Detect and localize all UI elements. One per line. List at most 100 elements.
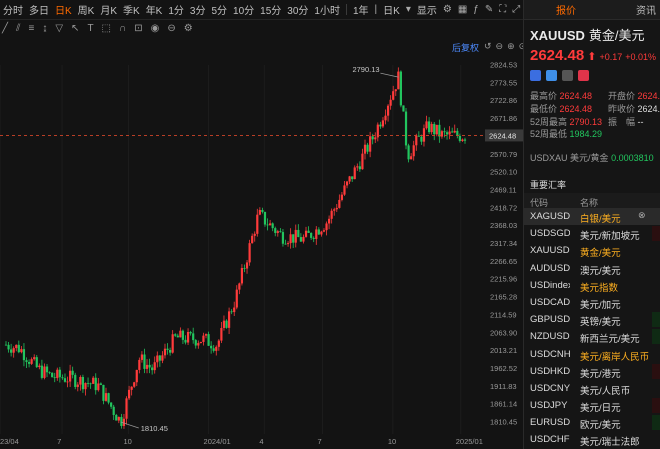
x-tick-label: 10 bbox=[124, 437, 132, 446]
magnet-tool-icon[interactable]: ∩ bbox=[119, 23, 126, 34]
fx-change-marker bbox=[652, 415, 660, 431]
candle bbox=[86, 377, 90, 388]
timeframe-5[interactable]: 季K bbox=[120, 2, 143, 17]
draw-icon[interactable]: ✎ bbox=[482, 4, 496, 15]
candle bbox=[184, 335, 187, 345]
timeframe-10[interactable]: 10分 bbox=[230, 2, 257, 17]
candle bbox=[420, 134, 423, 145]
channel-tool-icon[interactable]: ⫽ bbox=[16, 23, 20, 34]
fx-row-usdsgd[interactable]: USDSGD 美元/新加坡元 bbox=[524, 225, 660, 242]
candle bbox=[279, 228, 282, 233]
candle bbox=[245, 259, 249, 274]
settings-tool-icon[interactable]: ⚙ bbox=[184, 23, 193, 34]
candle bbox=[271, 222, 274, 232]
fx-row-xagusd[interactable]: XAGUSD 白银/美元 ⊗ bbox=[524, 208, 660, 226]
candle bbox=[122, 413, 126, 429]
timeframe-1[interactable]: 多日 bbox=[26, 2, 52, 17]
candle bbox=[107, 392, 110, 405]
stat-amplitude: 振 幅 -- bbox=[608, 117, 644, 127]
candle bbox=[299, 233, 302, 242]
fx-row-usdcnh[interactable]: USDCNH 美元/离岸人民币 bbox=[524, 346, 660, 363]
arrow-tool-icon[interactable]: ↖ bbox=[71, 23, 79, 34]
timeframe-6[interactable]: 年K bbox=[143, 2, 166, 17]
reference-quote[interactable]: USDXAU 美元/黄金 0.0003810 bbox=[530, 151, 654, 164]
timeframe-0[interactable]: 分时 bbox=[0, 2, 26, 17]
candle bbox=[233, 301, 236, 317]
text-tool-icon[interactable]: T bbox=[87, 23, 93, 34]
tab-quote[interactable]: 报价 bbox=[556, 2, 576, 17]
candle bbox=[351, 176, 354, 182]
candle bbox=[33, 354, 36, 361]
screenshot-icon[interactable]: ⛶ bbox=[496, 4, 509, 15]
candle bbox=[171, 330, 174, 354]
fx-row-usdhkd[interactable]: USDHKD 美元/港元 bbox=[524, 363, 660, 380]
fib-tool-icon[interactable]: ≡ bbox=[29, 23, 35, 34]
measure-tool-icon[interactable]: ↨ bbox=[42, 23, 47, 34]
candle bbox=[258, 207, 261, 216]
candle bbox=[35, 355, 38, 369]
fx-name: 美元/瑞士法郎 bbox=[580, 437, 640, 449]
candle bbox=[22, 343, 26, 367]
fx-row-audusd[interactable]: AUDUSD 澳元/美元 bbox=[524, 260, 660, 277]
timeframe-2[interactable]: 日K bbox=[52, 2, 75, 17]
timeframe-13[interactable]: 1小时 bbox=[311, 2, 343, 17]
note-icon[interactable] bbox=[562, 70, 573, 81]
close-icon[interactable]: ⊗ bbox=[638, 210, 646, 221]
candle bbox=[174, 333, 177, 337]
fx-section-title: 重要汇率 bbox=[530, 180, 567, 190]
candle bbox=[386, 104, 390, 122]
panel-tabs: 报价 资讯 bbox=[524, 0, 660, 20]
share-icon[interactable] bbox=[546, 70, 557, 81]
grid-icon[interactable]: ▦ bbox=[455, 4, 470, 15]
timeframe-4[interactable]: 月K bbox=[97, 2, 120, 17]
fx-row-usdchf[interactable]: USDCHF 美元/瑞士法郎 bbox=[524, 431, 660, 448]
fx-row-usdcny[interactable]: USDCNY 美元/人民币 bbox=[524, 380, 660, 397]
timeframe-7[interactable]: 1分 bbox=[165, 2, 187, 17]
settings-icon[interactable]: ⚙ bbox=[440, 4, 455, 15]
fx-row-gbpusd[interactable]: GBPUSD 英镑/美元 bbox=[524, 311, 660, 328]
candle bbox=[145, 359, 149, 374]
alert-icon[interactable] bbox=[530, 70, 541, 81]
fx-row-usdjpy[interactable]: USDJPY 美元/日元 bbox=[524, 397, 660, 414]
price-up-arrow-icon: ⬆ bbox=[587, 51, 597, 63]
fullscreen-icon[interactable]: ⤢ bbox=[509, 4, 523, 15]
candle bbox=[335, 204, 338, 213]
eye-tool-icon[interactable]: ◉ bbox=[151, 23, 160, 34]
timeframe-toolbar: 分时 多日 日K 周K 月K 季K 年K 1分 3分 5分 10分 15分 30分 1小时 1年 | 日K ▾ 显示… bbox=[0, 0, 524, 20]
candle bbox=[176, 333, 179, 338]
range-select[interactable]: 1年 bbox=[350, 2, 372, 17]
indicator-icon[interactable]: ƒ bbox=[470, 4, 482, 15]
fx-row-eurusd[interactable]: EURUSD 欧元/美元 bbox=[524, 414, 660, 431]
candle bbox=[220, 321, 223, 344]
favorite-heart-icon[interactable] bbox=[578, 70, 589, 81]
timeframe-11[interactable]: 15分 bbox=[257, 2, 284, 17]
chart-type-select[interactable]: 日K bbox=[380, 2, 403, 17]
line-tool-icon[interactable]: ╱ bbox=[2, 23, 8, 34]
timeframe-9[interactable]: 5分 bbox=[208, 2, 230, 17]
price-chart[interactable]: 2824.532773.552722.862671.862620.882570.… bbox=[0, 40, 523, 449]
timeframe-12[interactable]: 30分 bbox=[284, 2, 311, 17]
candle bbox=[130, 386, 133, 396]
chevron-down-icon[interactable]: ▾ bbox=[403, 4, 414, 15]
fx-code: GBPUSD bbox=[530, 314, 570, 326]
candle bbox=[428, 117, 431, 134]
quote-symbol-name: 黄金/美元 bbox=[588, 28, 645, 43]
fx-row-xauusd[interactable]: XAUUSD 黄金/美元 bbox=[524, 242, 660, 259]
timeframe-3[interactable]: 周K bbox=[75, 2, 98, 17]
fx-change-marker bbox=[652, 243, 660, 258]
y-tick-label: 2165.28 bbox=[490, 293, 517, 302]
candle bbox=[104, 387, 108, 402]
display-select[interactable]: 显示 bbox=[414, 2, 440, 17]
fx-row-usdcad[interactable]: USDCAD 美元/加元 bbox=[524, 294, 660, 311]
delete-tool-icon[interactable]: ⊖ bbox=[167, 23, 175, 34]
tab-info[interactable]: 资讯 bbox=[636, 2, 656, 17]
pattern-tool-icon[interactable]: ▽ bbox=[55, 23, 63, 34]
fx-row-nzdusd[interactable]: NZDUSD 新西兰元/美元 bbox=[524, 328, 660, 345]
lock-tool-icon[interactable]: ⊡ bbox=[134, 23, 142, 34]
candle bbox=[217, 339, 220, 351]
candle bbox=[443, 127, 446, 138]
fx-row-usdindex[interactable]: USDindex 美元指数 bbox=[524, 277, 660, 294]
candle bbox=[379, 121, 382, 129]
frame-tool-icon[interactable]: ⬚ bbox=[102, 23, 111, 34]
timeframe-8[interactable]: 3分 bbox=[187, 2, 209, 17]
